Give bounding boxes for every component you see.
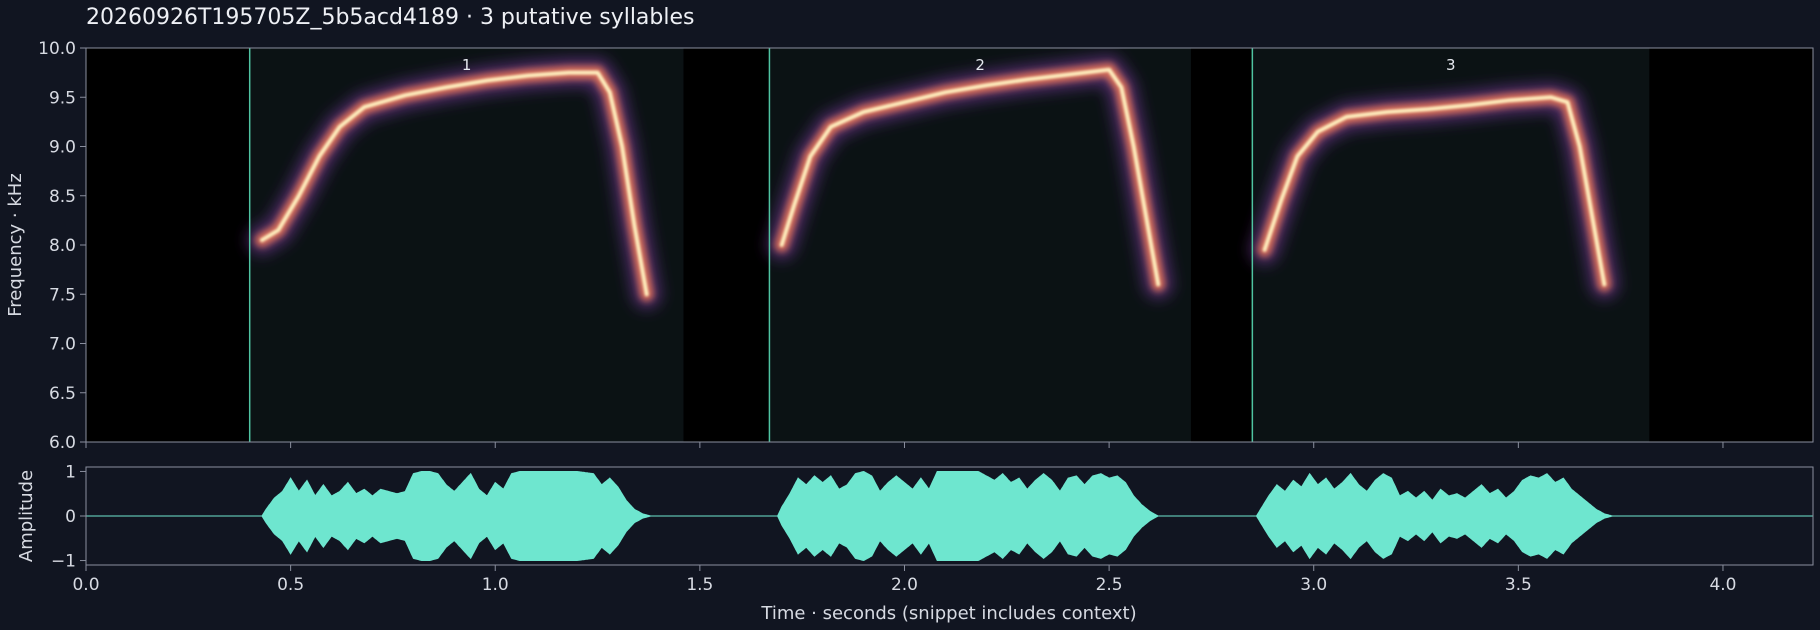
time-tick-label: 3.5 (1505, 575, 1532, 595)
frequency-tick-label: 9.0 (49, 138, 76, 158)
frequency-tick-label: 8.5 (49, 187, 76, 207)
amplitude-axis-ticks: −1 0 1 (51, 462, 86, 572)
frequency-tick-label: 9.5 (49, 88, 76, 108)
syllable-label: 2 (975, 56, 985, 74)
time-tick-label: 1.5 (686, 575, 713, 595)
syllable-label: 3 (1446, 56, 1456, 74)
waveform-panel: −1 0 1 0.0 0.5 1.0 1.5 2.0 2.5 3.0 3.5 4.0 Amplitu… (16, 462, 1814, 624)
amplitude-axis-title: Amplitude (16, 470, 37, 562)
amplitude-tick-label: 0 (65, 507, 76, 527)
frequency-tick-label: 7.0 (49, 335, 76, 355)
frequency-tick-label: 8.0 (49, 236, 76, 256)
time-tick-label: 4.0 (1709, 575, 1736, 595)
chart-title: 20260926T195705Z_5b5acd4189 · 3 putative… (86, 5, 695, 30)
frequency-tick-label: 10.0 (38, 39, 76, 59)
waveform-series (86, 470, 1813, 562)
time-tick-label: 2.5 (1096, 575, 1123, 595)
frequency-tick-label: 6.5 (49, 384, 76, 404)
amplitude-tick-label: 1 (65, 462, 76, 482)
time-axis-title: Time · seconds (snippet includes context… (760, 603, 1136, 624)
frequency-axis-ticks: 6.0 6.5 7.0 7.5 8.0 8.5 9.0 9.5 10.0 (38, 39, 86, 453)
spectrogram-panel: 1 2 3 6.0 6.5 7.0 7.5 8.0 8.5 9.0 9.5 10.0 Frequen… (5, 39, 1814, 453)
frequency-axis-title: Frequency · kHz (5, 173, 26, 317)
time-tick-label: 0.0 (72, 575, 99, 595)
frequency-tick-label: 7.5 (49, 285, 76, 305)
time-tick-label: 1.0 (482, 575, 509, 595)
frequency-tick-label: 6.0 (49, 433, 76, 453)
time-tick-label: 3.0 (1300, 575, 1327, 595)
time-tick-label: 2.0 (891, 575, 918, 595)
amplitude-tick-label: −1 (51, 552, 76, 572)
time-tick-label: 0.5 (277, 575, 304, 595)
spectrogram-time-ticks (85, 442, 1724, 448)
syllable-label: 1 (462, 56, 472, 74)
time-axis-ticks: 0.0 0.5 1.0 1.5 2.0 2.5 3.0 3.5 4.0 (72, 565, 1736, 595)
spectrogram-figure: 20260926T195705Z_5b5acd4189 · 3 putative… (5, 5, 1814, 624)
